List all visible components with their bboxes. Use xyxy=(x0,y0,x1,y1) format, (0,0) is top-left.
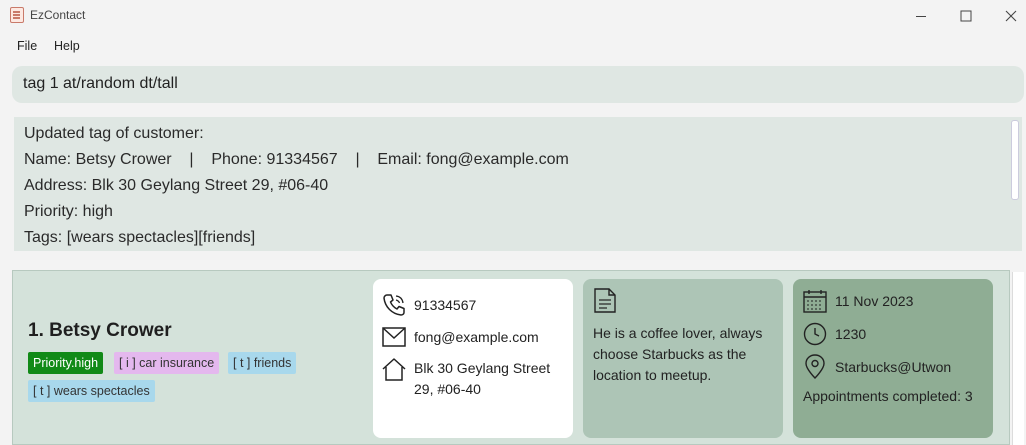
tag-wears-spectacles: [ t ] wears spectacles xyxy=(28,380,155,402)
note-card: He is a coffee lover, always choose Star… xyxy=(583,279,783,438)
calendar-icon xyxy=(803,290,827,313)
list-scrollbar[interactable] xyxy=(1012,272,1024,445)
window-title: EzContact xyxy=(30,8,86,22)
note-text: He is a coffee lover, always choose Star… xyxy=(593,325,763,383)
appointment-time: 1230 xyxy=(835,326,867,342)
customer-name: 1. Betsy Crower xyxy=(28,320,172,341)
location-icon xyxy=(805,354,825,379)
appointment-venue: Starbucks@Utwon xyxy=(835,359,952,375)
result-line: Priority: high xyxy=(24,203,113,220)
result-line: Updated tag of customer: xyxy=(24,125,204,142)
app-icon xyxy=(10,7,24,23)
maximize-icon xyxy=(960,10,972,21)
priority-tag: Priority.high xyxy=(28,352,104,374)
minimize-icon xyxy=(916,15,926,17)
result-line: Tags: [wears spectacles][friends] xyxy=(24,229,256,246)
email-icon xyxy=(382,327,406,347)
phone-text: 91334567 xyxy=(414,297,477,313)
address-line-2: 29, #06-40 xyxy=(414,381,481,397)
home-icon xyxy=(382,358,406,381)
appointments-completed: Appointments completed: 3 xyxy=(803,388,973,404)
close-button[interactable] xyxy=(988,0,1026,31)
maximize-button[interactable] xyxy=(943,0,989,31)
minimize-button[interactable] xyxy=(898,0,944,31)
close-icon xyxy=(1005,10,1017,21)
menu-file[interactable]: File xyxy=(17,39,37,53)
appointment-card: 11 Nov 2023 1230 Starbucks@Utwon Appoint… xyxy=(793,279,993,438)
appointment-date: 11 Nov 2023 xyxy=(835,293,914,309)
address-line-1: Blk 30 Geylang Street xyxy=(414,360,551,376)
insurance-tag: [ i ] car insurance xyxy=(114,352,220,374)
menu-help[interactable]: Help xyxy=(54,39,80,53)
contact-card: 91334567 fong@example.com Blk 30 Geylang… xyxy=(373,279,573,438)
result-scrollbar[interactable] xyxy=(1011,120,1019,200)
result-line: Address: Blk 30 Geylang Street 29, #06-4… xyxy=(24,177,329,194)
result-line: Name: Betsy Crower | Phone: 91334567 | E… xyxy=(24,151,569,168)
command-text: tag 1 at/random dt/tall xyxy=(23,75,178,92)
clock-icon xyxy=(803,322,827,346)
phone-icon xyxy=(383,294,405,316)
tag-friends: [ t ] friends xyxy=(228,352,297,374)
menu-bar: File Help xyxy=(0,31,1026,61)
result-display: Updated tag of customer: Name: Betsy Cro… xyxy=(14,117,1022,251)
email-text: fong@example.com xyxy=(414,329,539,345)
note-icon xyxy=(594,288,616,313)
title-bar: EzContact xyxy=(0,0,1026,31)
command-input[interactable]: tag 1 at/random dt/tall xyxy=(12,66,1024,103)
